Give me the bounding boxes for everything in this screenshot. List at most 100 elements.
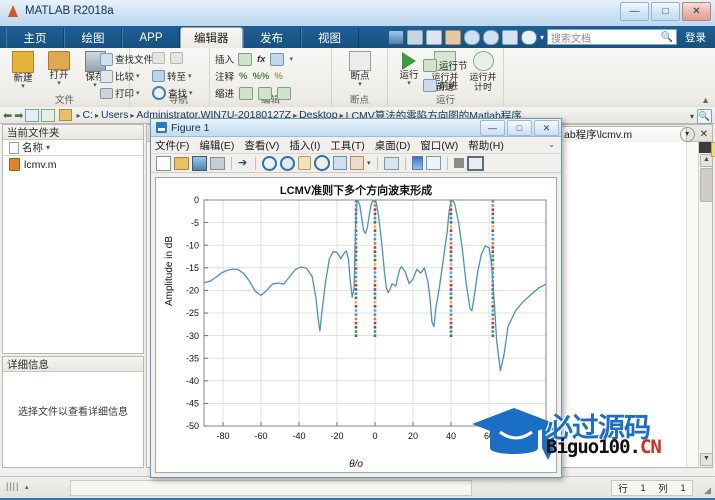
list-item[interactable]: lcmv.m	[3, 156, 143, 171]
percent-wrap-icon[interactable]: %	[274, 71, 282, 82]
pan-icon[interactable]	[298, 156, 311, 170]
compare-button[interactable]: 比较 ▾	[100, 69, 140, 83]
menu-insert[interactable]: 插入(I)	[289, 138, 320, 153]
back-arrow-icon[interactable]	[152, 52, 165, 64]
menu-edit[interactable]: 编辑(E)	[199, 138, 234, 153]
chevron-down-icon[interactable]: ▾	[343, 81, 377, 88]
run-and-time-button[interactable]: 运行并计时	[466, 50, 500, 92]
menu-overflow-icon[interactable]: ⌄	[548, 140, 555, 149]
chevron-down-icon[interactable]: ▾	[540, 33, 544, 42]
percent-comment-icon[interactable]: %	[239, 71, 247, 82]
chevron-down-icon[interactable]: ▾	[392, 80, 426, 87]
menu-window[interactable]: 窗口(W)	[420, 138, 458, 153]
chevron-down-icon[interactable]: ▾	[690, 112, 694, 121]
chevron-down-icon[interactable]: ▾	[6, 83, 40, 90]
menu-desktop[interactable]: 桌面(D)	[375, 138, 411, 153]
comment-button[interactable]: 注释 % %% %	[215, 69, 283, 84]
figure-close-button[interactable]: ✕	[534, 120, 559, 136]
open-button[interactable]: 打开 ▾	[42, 50, 76, 87]
rotate-3d-icon[interactable]	[314, 155, 330, 171]
zoom-out-icon[interactable]	[280, 155, 295, 171]
save-icon[interactable]	[387, 29, 404, 45]
new-button[interactable]: 新建 ▾	[6, 50, 40, 90]
pointer-icon[interactable]: ➔	[238, 157, 249, 170]
editor-document-tab[interactable]: ab程序\lcmv.m	[557, 126, 687, 142]
indent-right-icon[interactable]	[258, 86, 273, 100]
paste-icon[interactable]	[444, 29, 461, 45]
insert-script-icon[interactable]	[238, 52, 253, 66]
chevron-down-icon[interactable]: ▾	[136, 89, 140, 97]
back-arrow-icon[interactable]: ⬅	[3, 109, 12, 122]
chevron-down-icon[interactable]: ▾	[289, 55, 293, 63]
save-figure-icon[interactable]	[192, 155, 207, 171]
breadcrumb-item-users[interactable]: Users	[101, 109, 128, 121]
current-folder-column-header[interactable]: 名称 ▾	[3, 140, 143, 156]
search-documentation-input[interactable]: 搜索文档 🔍	[547, 29, 677, 45]
forward-arrow-icon[interactable]: ➡	[14, 109, 23, 122]
close-icon[interactable]: ✕	[700, 129, 708, 140]
zoom-in-icon[interactable]	[262, 155, 277, 171]
copy-icon[interactable]	[425, 29, 442, 45]
show-plot-tools-icon[interactable]	[466, 155, 484, 171]
tab-apps[interactable]: APP	[122, 28, 180, 48]
switch-window-icon[interactable]	[501, 29, 518, 45]
chevron-down-icon[interactable]: ▾	[188, 72, 192, 80]
new-figure-icon[interactable]	[156, 155, 171, 171]
smart-indent-icon[interactable]	[239, 86, 254, 100]
ribbon-collapse-icon[interactable]: ▲	[701, 95, 710, 105]
help-icon[interactable]	[520, 29, 537, 45]
find-button[interactable]: 查找 ▾	[152, 86, 193, 100]
undo-icon[interactable]	[463, 29, 480, 45]
tab-plots[interactable]: 绘图	[64, 28, 122, 48]
data-cursor-icon[interactable]	[333, 156, 347, 170]
insert-figure-icon[interactable]	[270, 52, 285, 66]
minimize-button[interactable]: —	[620, 2, 649, 21]
indent-button[interactable]: 缩进	[215, 86, 292, 100]
scroll-down-arrow-icon[interactable]: ▼	[700, 453, 713, 466]
chevron-down-icon[interactable]: ▾	[189, 89, 193, 97]
print-button[interactable]: 打印 ▾	[100, 86, 140, 100]
hide-plot-tools-icon[interactable]	[453, 158, 464, 168]
resize-grip-icon[interactable]: ◢	[704, 485, 711, 496]
function-fx-icon[interactable]: fx	[257, 54, 265, 65]
chevron-down-icon[interactable]: ▾	[42, 80, 76, 87]
print-icon[interactable]	[210, 156, 225, 170]
tab-view[interactable]: 视图	[300, 28, 359, 48]
document-options-icon[interactable]: ▾	[679, 127, 695, 142]
insert-button[interactable]: 插入 fx ▾	[215, 52, 293, 66]
brush-icon[interactable]	[350, 156, 364, 170]
chevron-down-icon[interactable]: ▾	[136, 72, 140, 80]
breakpoints-button[interactable]: 断点 ▾	[343, 50, 377, 88]
menu-file[interactable]: 文件(F)	[155, 138, 189, 153]
figure-maximize-button[interactable]: □	[507, 120, 532, 136]
tab-home[interactable]: 主页	[6, 28, 64, 48]
refresh-icon[interactable]	[41, 108, 56, 122]
percent-uncomment-icon[interactable]: %%	[252, 71, 269, 82]
indent-left-icon[interactable]	[277, 86, 292, 100]
search-icon[interactable]: 🔍	[697, 109, 712, 124]
maximize-button[interactable]: □	[651, 2, 680, 21]
run-button[interactable]: 运行 ▾	[392, 50, 426, 87]
nav-back-forward[interactable]	[152, 52, 183, 64]
cut-icon[interactable]	[406, 29, 423, 45]
close-button[interactable]: ✕	[682, 2, 711, 21]
goto-button[interactable]: 转至 ▾	[152, 69, 192, 83]
scrollbar-thumb[interactable]	[700, 168, 713, 202]
run-section-button[interactable]: 运行节	[423, 58, 468, 72]
breadcrumb-item-drive[interactable]: C:	[82, 109, 93, 121]
advance-button[interactable]: 前进	[423, 78, 458, 92]
figure-minimize-button[interactable]: —	[480, 120, 505, 136]
redo-icon[interactable]	[482, 29, 499, 45]
forward-arrow-icon[interactable]	[170, 52, 183, 64]
menu-view[interactable]: 查看(V)	[244, 138, 279, 153]
tab-publish[interactable]: 发布	[242, 28, 301, 48]
menu-tools[interactable]: 工具(T)	[330, 138, 364, 153]
link-plot-icon[interactable]	[383, 156, 399, 170]
colorbar-icon[interactable]	[411, 156, 423, 170]
brush-dropdown-icon[interactable]: ▾	[367, 159, 371, 167]
status-grip-arrow-icon[interactable]: ▴	[25, 483, 29, 491]
menu-help[interactable]: 帮助(H)	[468, 138, 504, 153]
open-file-icon[interactable]	[174, 156, 189, 170]
sort-arrow-icon[interactable]: ▾	[46, 143, 50, 152]
find-files-button[interactable]: 查找文件	[100, 52, 153, 66]
